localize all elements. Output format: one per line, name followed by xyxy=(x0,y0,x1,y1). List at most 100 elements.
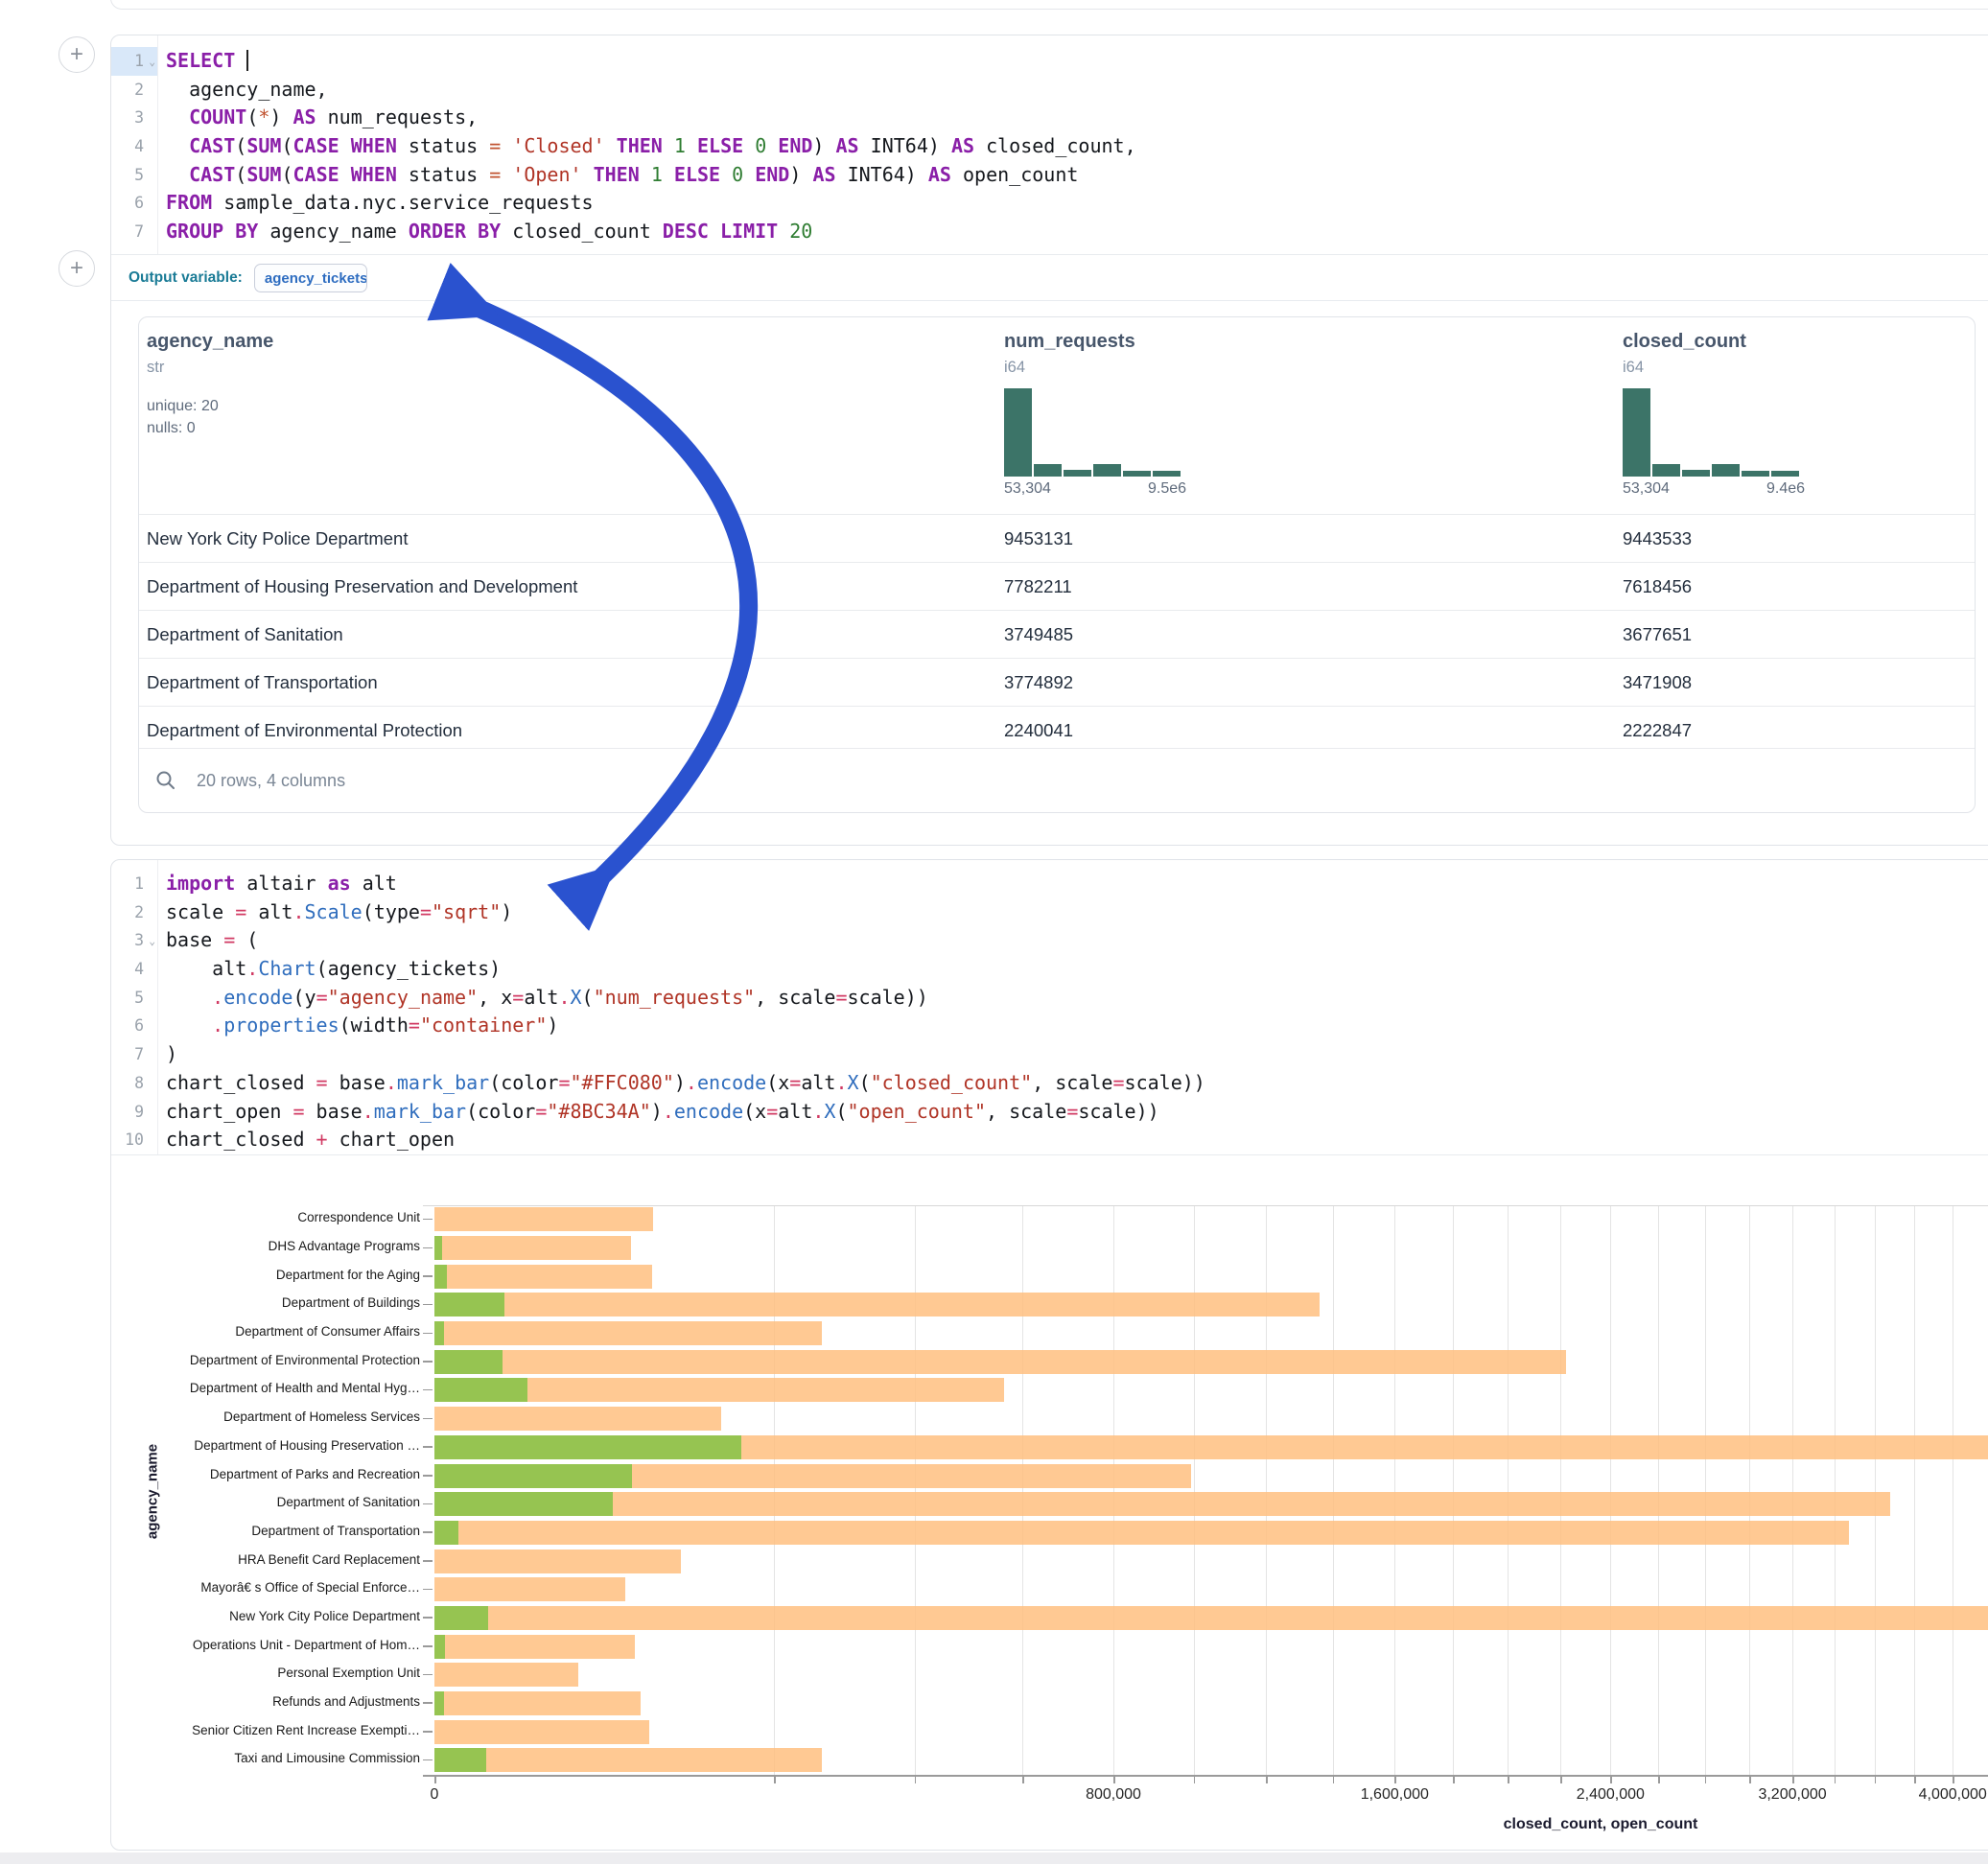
column-header-num-requests: num_requests i64 53,304 9.5e6 xyxy=(1004,331,1215,500)
cell-closed-count: 7618456 xyxy=(1623,563,1692,610)
table-row: Department of Environmental Protection 22… xyxy=(139,706,1975,754)
chart-y-label: Department of Environmental Protection xyxy=(113,1353,420,1367)
chart-y-tick xyxy=(423,1475,433,1477)
cell-closed-count: 3471908 xyxy=(1623,659,1692,706)
chart-x-tick-label: 2,400,000 xyxy=(1543,1786,1677,1804)
chart-y-tick xyxy=(423,1219,433,1221)
chart-gridline xyxy=(1914,1205,1915,1775)
line-number: 2 xyxy=(111,76,157,105)
chart-gridline xyxy=(1792,1205,1793,1775)
cell-closed-count: 2222847 xyxy=(1623,707,1692,754)
column-header-closed-count: closed_count i64 53,304 9.4e6 xyxy=(1623,331,1834,500)
code-line[interactable]: 1⌄SELECT xyxy=(111,47,1988,76)
chart-y-tick xyxy=(423,1304,433,1306)
chart-bar-open xyxy=(434,1635,445,1659)
hist-max-label: 9.4e6 xyxy=(1766,480,1805,498)
cell-agency-name: Department of Transportation xyxy=(147,659,378,706)
chart-x-axis-line xyxy=(423,1775,1988,1777)
chart-bar-open xyxy=(434,1435,741,1459)
chart-gridline xyxy=(1394,1205,1395,1775)
line-number: 5 xyxy=(111,161,157,190)
chart-y-label: HRA Benefit Card Replacement xyxy=(113,1552,420,1567)
plus-icon: + xyxy=(70,41,83,67)
chart-y-label: Department of Consumer Affairs xyxy=(113,1324,420,1339)
line-number: 3 xyxy=(111,104,157,132)
chart-y-tick xyxy=(423,1418,433,1420)
chart-gridline xyxy=(1022,1205,1023,1775)
altair-bar-chart: Correspondence UnitDHS Advantage Program… xyxy=(111,860,1988,1850)
histogram-bar xyxy=(1712,464,1740,477)
chart-x-tick xyxy=(1658,1777,1660,1783)
chart-x-axis-title: closed_count, open_count xyxy=(1409,1816,1792,1833)
hist-min-label: 53,304 xyxy=(1004,480,1051,497)
chart-y-label: DHS Advantage Programs xyxy=(113,1239,420,1253)
chart-x-tick-label: 800,000 xyxy=(1046,1786,1181,1804)
chart-x-tick xyxy=(774,1777,776,1783)
output-variable-pill[interactable]: agency_tickets xyxy=(254,264,367,292)
histogram-bar xyxy=(1093,464,1121,477)
code-line[interactable]: 7GROUP BY agency_name ORDER BY closed_co… xyxy=(111,218,1988,246)
chart-y-tick xyxy=(423,1702,433,1704)
chart-bar-open xyxy=(434,1464,632,1488)
row-count-label: 20 rows, 4 columns xyxy=(197,771,345,791)
chart-x-tick xyxy=(1194,1777,1196,1783)
chart-bar-open xyxy=(434,1748,486,1772)
chart-bar-closed xyxy=(434,1293,1320,1316)
previous-cell-bottom-edge xyxy=(110,0,1988,10)
code-line[interactable]: 4 CAST(SUM(CASE WHEN status = 'Closed' T… xyxy=(111,132,1988,161)
chart-bar-open xyxy=(434,1691,444,1715)
search-icon[interactable] xyxy=(154,769,177,792)
chart-y-tick xyxy=(423,1389,433,1391)
chart-y-tick xyxy=(423,1531,433,1533)
column-header-agency-name: agency_name str unique: 20 nulls: 0 xyxy=(147,331,273,437)
chart-gridline xyxy=(1658,1205,1659,1775)
add-cell-button[interactable]: + xyxy=(58,250,95,287)
plot-top-border xyxy=(423,1205,1988,1206)
chart-y-label: Senior Citizen Rent Increase Exempti… xyxy=(113,1723,420,1737)
chart-x-tick xyxy=(1022,1777,1024,1783)
histogram-closed-count xyxy=(1623,388,1805,477)
histogram-bar xyxy=(1682,470,1710,477)
chart-y-tick xyxy=(423,1446,433,1448)
histogram-bar xyxy=(1153,471,1181,477)
chart-bar-closed xyxy=(434,1748,822,1772)
histogram-bar xyxy=(1004,388,1032,477)
sql-code-editor[interactable]: 1⌄SELECT 2 agency_name,3 COUNT(*) AS num… xyxy=(111,35,1988,255)
code-line[interactable]: 2 agency_name, xyxy=(111,76,1988,105)
column-stat-nulls: nulls: 0 xyxy=(147,420,273,437)
cell-num-requests: 3774892 xyxy=(1004,659,1073,706)
chart-bar-closed xyxy=(434,1207,653,1231)
table-row: New York City Police Department945313194… xyxy=(139,514,1975,562)
code-line[interactable]: 5 CAST(SUM(CASE WHEN status = 'Open' THE… xyxy=(111,161,1988,190)
histogram-num-requests xyxy=(1004,388,1186,477)
cell-agency-name: Department of Environmental Protection xyxy=(147,707,462,754)
chart-bar-open xyxy=(434,1378,527,1402)
output-variable-label: Output variable: xyxy=(129,269,243,287)
chart-bar-closed xyxy=(434,1577,625,1601)
cell-closed-count: 3677651 xyxy=(1623,611,1692,658)
chart-bar-open xyxy=(434,1236,442,1260)
chart-y-label: Personal Exemption Unit xyxy=(113,1666,420,1680)
code-line[interactable]: 6FROM sample_data.nyc.service_requests xyxy=(111,189,1988,218)
chart-y-label: Refunds and Adjustments xyxy=(113,1694,420,1709)
chart-x-tick xyxy=(1792,1777,1794,1783)
chart-x-tick-label: 0 xyxy=(367,1786,502,1804)
chart-x-tick xyxy=(1749,1777,1751,1783)
cell-num-requests: 9453131 xyxy=(1004,515,1073,562)
chart-bar-closed xyxy=(434,1663,578,1687)
chart-bar-open xyxy=(434,1350,503,1374)
chart-y-tick xyxy=(423,1731,433,1733)
plus-icon: + xyxy=(70,255,83,281)
add-cell-button[interactable]: + xyxy=(58,36,95,73)
chart-y-label: Department of Buildings xyxy=(113,1295,420,1310)
chart-y-tick xyxy=(423,1674,433,1676)
fold-chevron-icon[interactable]: ⌄ xyxy=(149,48,155,77)
line-number: 4 xyxy=(111,132,157,161)
line-number: 7 xyxy=(111,218,157,246)
chart-gridline xyxy=(1835,1205,1836,1775)
code-line[interactable]: 3 COUNT(*) AS num_requests, xyxy=(111,104,1988,132)
chart-gridline xyxy=(1560,1205,1561,1775)
chart-gridline xyxy=(915,1205,916,1775)
chart-x-tick xyxy=(1560,1777,1562,1783)
chart-x-tick xyxy=(1875,1777,1877,1783)
